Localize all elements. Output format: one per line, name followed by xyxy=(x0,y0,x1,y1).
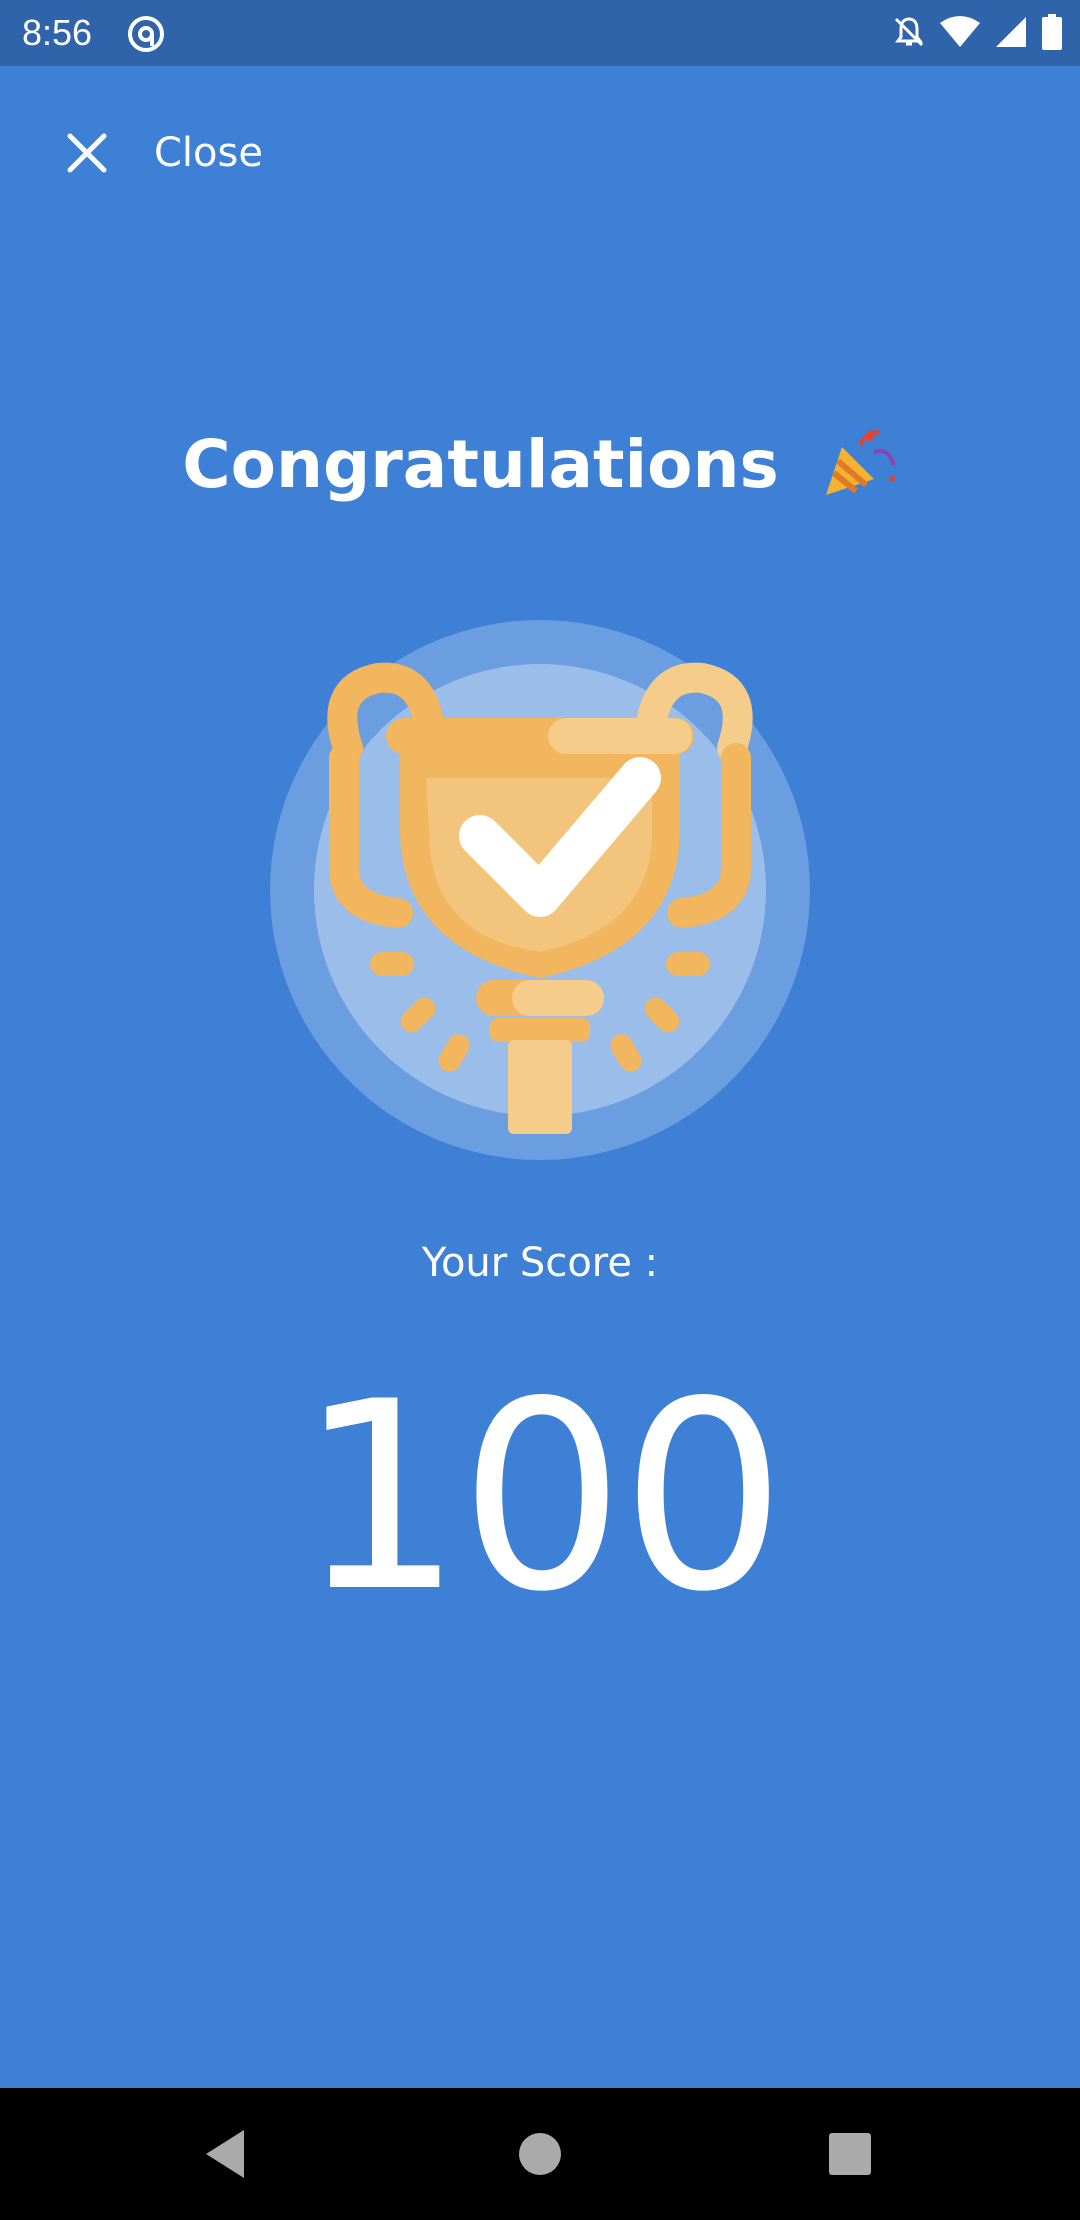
close-icon[interactable] xyxy=(62,128,112,178)
congratulations-title: Congratulations xyxy=(182,426,779,503)
wifi-icon xyxy=(940,15,980,53)
bell-off-icon xyxy=(892,15,926,53)
close-button[interactable]: Close xyxy=(62,128,263,178)
battery-icon xyxy=(1042,14,1062,54)
cell-signal-icon xyxy=(994,15,1028,53)
score-value: 100 xyxy=(297,1347,786,1649)
trophy-checkmark-icon xyxy=(268,608,812,1172)
back-icon[interactable] xyxy=(198,2124,258,2184)
status-bar: 8:56 xyxy=(0,0,1080,66)
status-time: 8:56 xyxy=(22,12,93,53)
result-screen: 8:56 Close Congratulations Your Score: … xyxy=(0,0,1080,2220)
status-icons xyxy=(892,14,1062,54)
close-label[interactable]: Close xyxy=(154,130,263,176)
at-sign-icon xyxy=(126,14,166,54)
score-label: Your Score : xyxy=(421,1240,659,1286)
page-title: Congratulations xyxy=(0,420,1080,510)
recents-icon[interactable] xyxy=(820,2124,880,2184)
home-icon[interactable] xyxy=(510,2124,570,2184)
navigation-bar xyxy=(0,2088,1080,2220)
party-popper-icon xyxy=(820,423,898,501)
